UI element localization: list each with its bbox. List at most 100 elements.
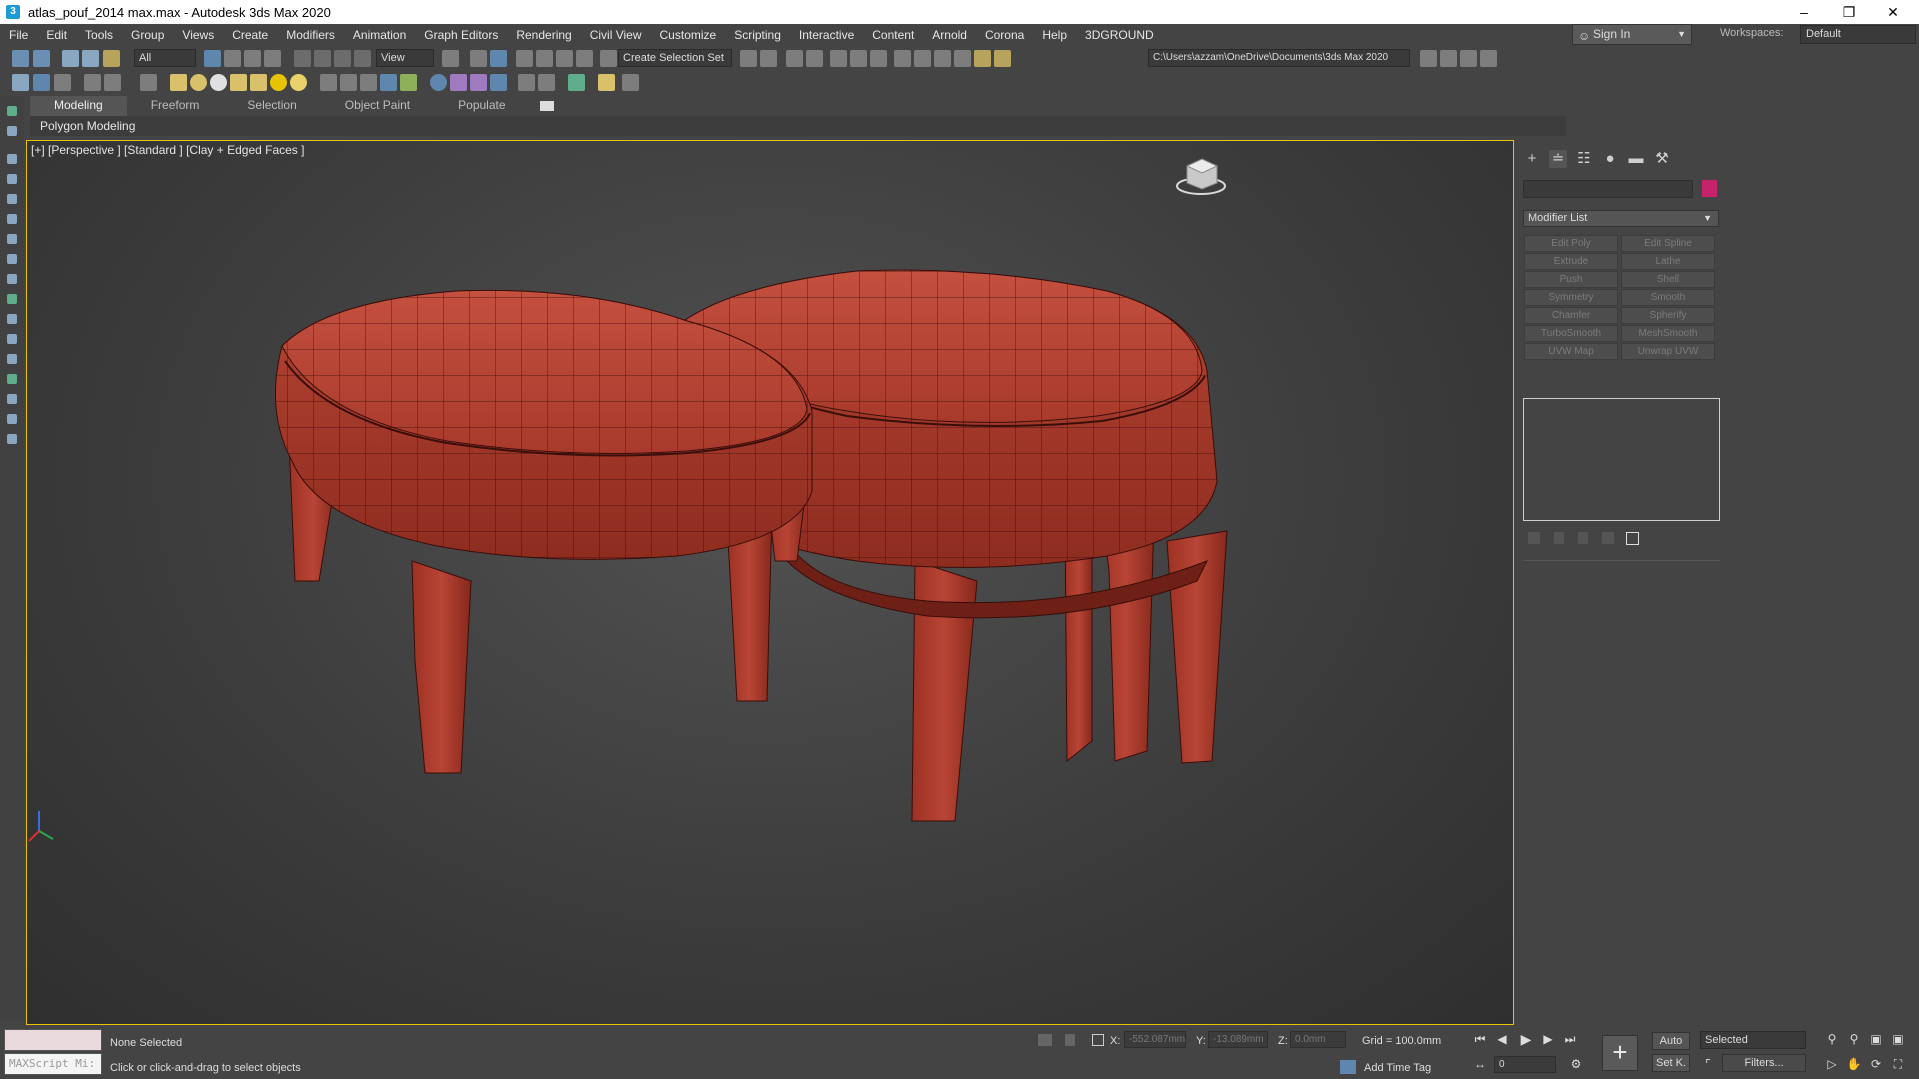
maximize-viewport-icon[interactable]: ⛶	[1890, 1056, 1906, 1072]
menu-tools[interactable]: Tools	[76, 28, 122, 42]
project-open-icon[interactable]	[1420, 50, 1437, 67]
column-icon[interactable]	[7, 414, 17, 424]
play-icon[interactable]: ▶	[1518, 1031, 1534, 1047]
selection-filter-dropdown[interactable]: All	[134, 49, 196, 67]
select-by-name-icon[interactable]	[224, 50, 241, 67]
field-of-view-icon[interactable]: ▷	[1824, 1056, 1840, 1072]
material-editor-icon[interactable]	[894, 50, 911, 67]
z-coordinate-field[interactable]: 0.0mm	[1290, 1031, 1346, 1048]
motion-tab-icon[interactable]: ●	[1601, 150, 1619, 168]
create-tab-icon[interactable]: +	[1523, 150, 1541, 168]
tab-populate[interactable]: Populate	[434, 96, 529, 116]
modifier-button-turbosmooth[interactable]: TurboSmooth	[1524, 325, 1618, 342]
forest-icon[interactable]	[470, 74, 487, 91]
previous-frame-icon[interactable]: ◀	[1494, 1031, 1510, 1047]
settings-dots-icon[interactable]	[622, 74, 639, 91]
menu-customize[interactable]: Customize	[651, 28, 726, 42]
key-mode-toggle-icon[interactable]: ↔	[1472, 1056, 1488, 1072]
next-frame-icon[interactable]: ▶	[1540, 1031, 1556, 1047]
expand-icon[interactable]	[7, 374, 17, 384]
menu-3dground[interactable]: 3DGROUND	[1076, 28, 1163, 42]
modifier-button-shell[interactable]: Shell	[1621, 271, 1715, 288]
render-setup-icon[interactable]	[914, 50, 931, 67]
modifier-list-dropdown[interactable]: Modifier List ▼	[1523, 210, 1719, 227]
ribbon-options-icon[interactable]	[539, 101, 554, 111]
freeze-icon[interactable]	[7, 254, 17, 264]
configure-modifier-sets-icon[interactable]	[1626, 532, 1639, 545]
toggle-layer-explorer-icon[interactable]	[806, 50, 823, 67]
render-iterative-icon[interactable]	[974, 50, 991, 67]
modifier-button-unwrap-uvw[interactable]: Unwrap UVW	[1621, 343, 1715, 360]
options-icon[interactable]	[7, 314, 17, 324]
modifier-button-push[interactable]: Push	[1524, 271, 1618, 288]
y-coordinate-field[interactable]: -13.089mm	[1208, 1031, 1268, 1048]
minimize-icon[interactable]: –	[1781, 0, 1827, 24]
tab-object-paint[interactable]: Object Paint	[321, 96, 434, 116]
maxscript-mini-listener[interactable]: MAXScript Mi:	[4, 1053, 102, 1075]
filter-icon[interactable]	[7, 174, 17, 184]
layer-icon[interactable]	[54, 74, 71, 91]
ribbon-panel-polygon-modeling[interactable]: Polygon Modeling	[30, 116, 1566, 136]
menu-group[interactable]: Group	[122, 28, 173, 42]
isolate-selection-icon[interactable]	[1038, 1034, 1052, 1046]
align-icon[interactable]	[760, 50, 777, 67]
set-key-big-button[interactable]: +	[1602, 1035, 1638, 1071]
percent-snap-icon[interactable]	[556, 50, 573, 67]
modifier-button-symmetry[interactable]: Symmetry	[1524, 289, 1618, 306]
make-unique-icon[interactable]	[1578, 532, 1588, 544]
hide-icon[interactable]	[7, 274, 17, 284]
scene-explorer-icon[interactable]	[7, 106, 17, 116]
stats-icon[interactable]	[518, 74, 535, 91]
time-configuration-icon[interactable]: ⚙	[1568, 1056, 1584, 1072]
modifier-button-uvw-map[interactable]: UVW Map	[1524, 343, 1618, 360]
x-coordinate-field[interactable]: -552.087mm	[1124, 1031, 1186, 1048]
set-key-button[interactable]: Set K.	[1652, 1054, 1690, 1072]
restore-icon[interactable]: ❐	[1826, 0, 1872, 24]
select-manipulate-icon[interactable]	[470, 50, 487, 67]
bind-space-warp-icon[interactable]	[103, 50, 120, 67]
curve-editor-icon[interactable]	[850, 50, 867, 67]
render-icon[interactable]	[954, 50, 971, 67]
zoom-extents-all-icon[interactable]: ▣	[1890, 1031, 1906, 1047]
unlink-icon[interactable]	[82, 50, 99, 67]
zoom-icon[interactable]: ⚲	[1824, 1031, 1840, 1047]
spline-icon[interactable]	[320, 74, 337, 91]
menu-help[interactable]: Help	[1033, 28, 1076, 42]
container-icon[interactable]	[12, 74, 29, 91]
keyboard-shortcut-toggle-icon[interactable]	[490, 50, 507, 67]
display-tab-icon[interactable]: ▬	[1627, 150, 1645, 168]
close-icon[interactable]: ✕	[1870, 0, 1916, 24]
utilities-tab-icon[interactable]: ⚒	[1653, 150, 1671, 168]
inherit-icon[interactable]	[33, 74, 50, 91]
maxscript-listener-output[interactable]	[4, 1029, 102, 1051]
workspace-dropdown[interactable]: Default	[1800, 25, 1916, 44]
line-icon[interactable]	[340, 74, 357, 91]
spinner-snap-icon[interactable]	[576, 50, 593, 67]
pouf-left-model[interactable]	[274, 289, 813, 774]
placement-icon[interactable]	[354, 50, 371, 67]
selection-lock-icon[interactable]	[1065, 1034, 1075, 1046]
railclone-icon[interactable]	[490, 74, 507, 91]
layer-manager-icon[interactable]	[84, 74, 101, 91]
tab-freeform[interactable]: Freeform	[127, 96, 224, 116]
project-set-icon[interactable]	[1460, 50, 1477, 67]
menu-arnold[interactable]: Arnold	[923, 28, 976, 42]
key-filter-selected-dropdown[interactable]: Selected	[1700, 1031, 1806, 1049]
rendered-frame-window-icon[interactable]	[934, 50, 951, 67]
project-settings-icon[interactable]	[1480, 50, 1497, 67]
sort-icon[interactable]	[7, 154, 17, 164]
modifier-stack[interactable]	[1523, 398, 1720, 521]
hierarchy-tab-icon[interactable]: ☷	[1575, 150, 1593, 168]
absolute-mode-icon[interactable]	[1092, 1034, 1104, 1046]
menu-modifiers[interactable]: Modifiers	[277, 28, 344, 42]
current-frame-field[interactable]: 0	[1494, 1056, 1556, 1073]
collapse-icon[interactable]	[7, 394, 17, 404]
modifier-button-lathe[interactable]: Lathe	[1621, 253, 1715, 270]
refresh-icon[interactable]	[568, 74, 585, 91]
modifier-button-smooth[interactable]: Smooth	[1621, 289, 1715, 306]
menu-corona[interactable]: Corona	[976, 28, 1033, 42]
menu-edit[interactable]: Edit	[37, 28, 76, 42]
modifier-button-edit-poly[interactable]: Edit Poly	[1524, 235, 1618, 252]
sun-icon[interactable]	[290, 74, 307, 91]
lock-icon[interactable]	[7, 234, 17, 244]
